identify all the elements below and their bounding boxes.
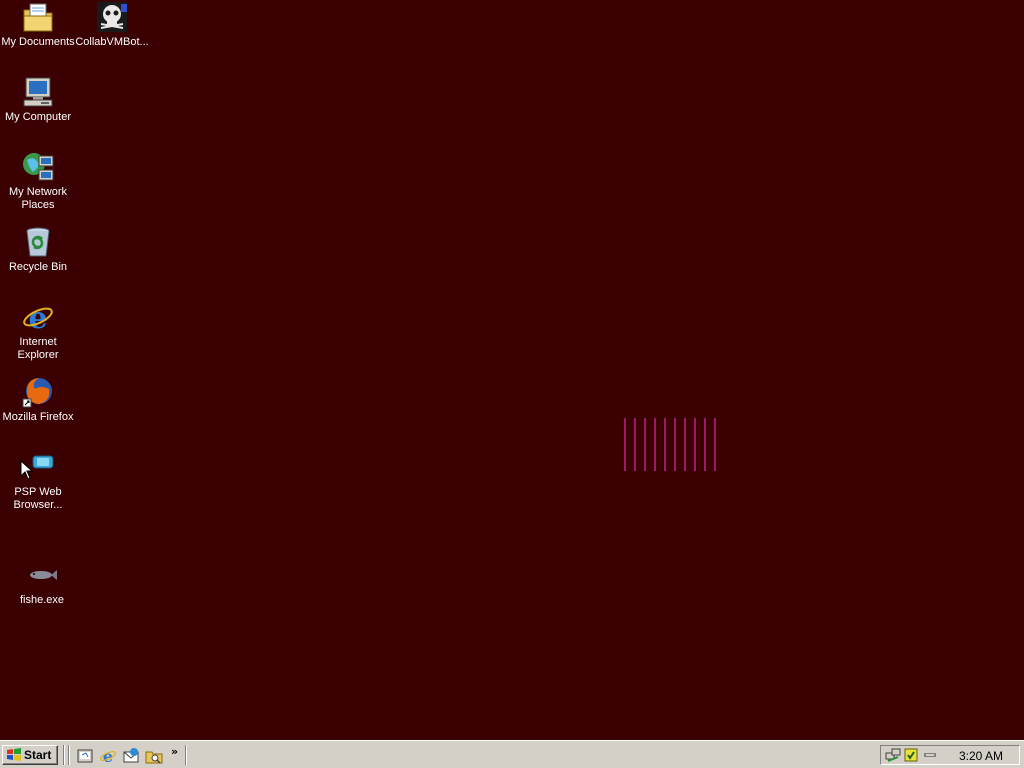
desktop-icon-my-network-places[interactable]: My Network Places [0,150,76,212]
internet-explorer-icon[interactable]: e [99,747,117,765]
fish-icon [30,570,57,580]
desktop[interactable]: My Documents CollabVMBot... My Computer [0,0,1024,740]
stripe-artifact [624,418,716,471]
desktop-icon-my-documents[interactable]: My Documents [0,0,76,49]
network-places-icon [23,153,54,181]
desktop-icon-label: PSP Web Browser... [13,486,63,511]
desktop-icon-mozilla-firefox[interactable]: Mozilla Firefox [0,375,76,424]
taskbar-separator [185,745,187,765]
svg-text:e: e [103,747,113,765]
start-label: Start [24,748,52,762]
taskbar-separator [68,745,70,765]
network-icon[interactable] [885,747,901,763]
desktop-icon-label: fishe.exe [19,594,65,606]
desktop-icon-label: Recycle Bin [8,261,68,273]
desktop-icon-collabvmbot[interactable]: CollabVMBot... [74,0,150,49]
desktop-icon-my-computer[interactable]: My Computer [0,75,76,124]
show-desktop-icon[interactable] [76,747,94,765]
desktop-icon-label: Mozilla Firefox [2,411,74,423]
internet-explorer-icon: e [23,301,53,334]
desktop-icon-label: CollabVMBot... [75,36,149,48]
start-button[interactable]: Start [2,745,58,765]
my-documents-icon [23,3,53,32]
desktop-icon-label: My Documents [1,36,75,48]
collabvmbot-icon [97,2,127,32]
my-computer-icon [23,77,53,107]
desktop-icon-psp-web-browser[interactable]: PSP Web Browser... [0,450,76,512]
clock[interactable]: 3:20 AM [959,749,1003,763]
volume-icon[interactable] [923,747,939,763]
desktop-icon-fishe-exe[interactable]: fishe.exe [4,558,80,607]
taskbar-separator [63,745,65,765]
mouse-cursor [20,460,34,480]
system-tray: 3:20 AM [880,745,1020,765]
outlook-express-icon[interactable] [122,747,140,765]
desktop-icon-label: Internet Explorer [17,336,59,361]
security-icon[interactable] [903,747,919,763]
quick-launch-overflow-button[interactable]: » [171,745,178,758]
svg-text:e: e [28,301,47,334]
windows-explorer-icon[interactable] [145,747,163,765]
desktop-icon-label: My Network Places [8,186,68,211]
taskbar: Start e » 3:20 AM [0,740,1024,768]
windows-logo-icon [7,748,21,761]
desktop-icon-label: My Computer [4,111,72,123]
desktop-icon-recycle-bin[interactable]: Recycle Bin [0,225,76,274]
recycle-bin-icon [26,227,50,257]
firefox-icon [22,378,52,408]
desktop-icon-internet-explorer[interactable]: e Internet Explorer [0,300,76,362]
